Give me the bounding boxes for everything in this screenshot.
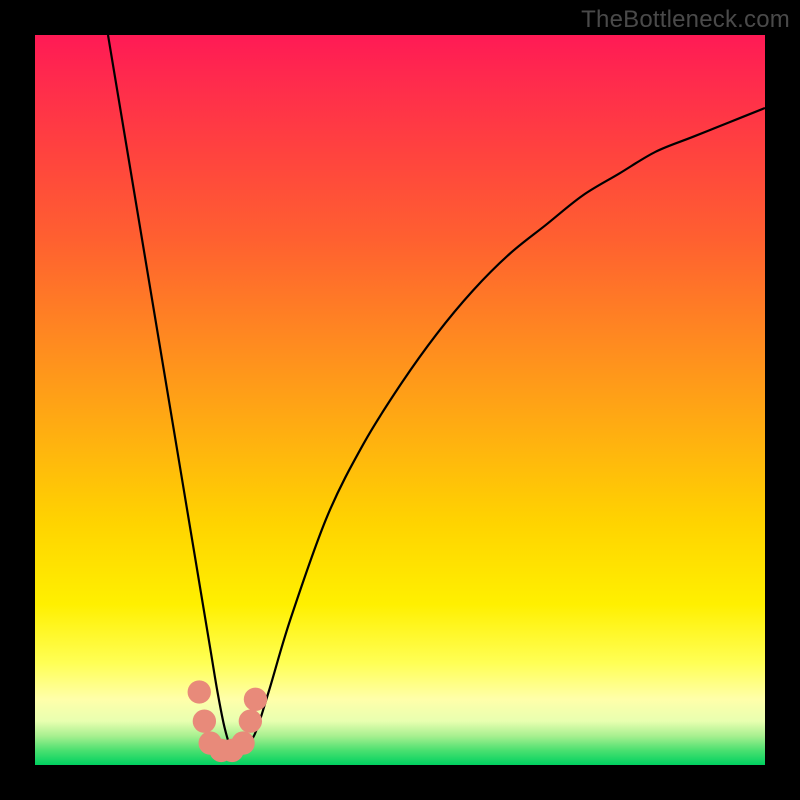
curve-markers: [188, 680, 268, 762]
curve-marker: [193, 710, 216, 733]
curve-marker: [244, 688, 267, 711]
bottleneck-curve: [108, 35, 765, 753]
chart-frame: TheBottleneck.com: [0, 0, 800, 800]
curve-marker: [188, 680, 211, 703]
plot-area: [35, 35, 765, 765]
curve-marker: [231, 731, 254, 754]
curve-marker: [239, 710, 262, 733]
chart-overlay: [35, 35, 765, 765]
watermark-text: TheBottleneck.com: [581, 6, 790, 34]
